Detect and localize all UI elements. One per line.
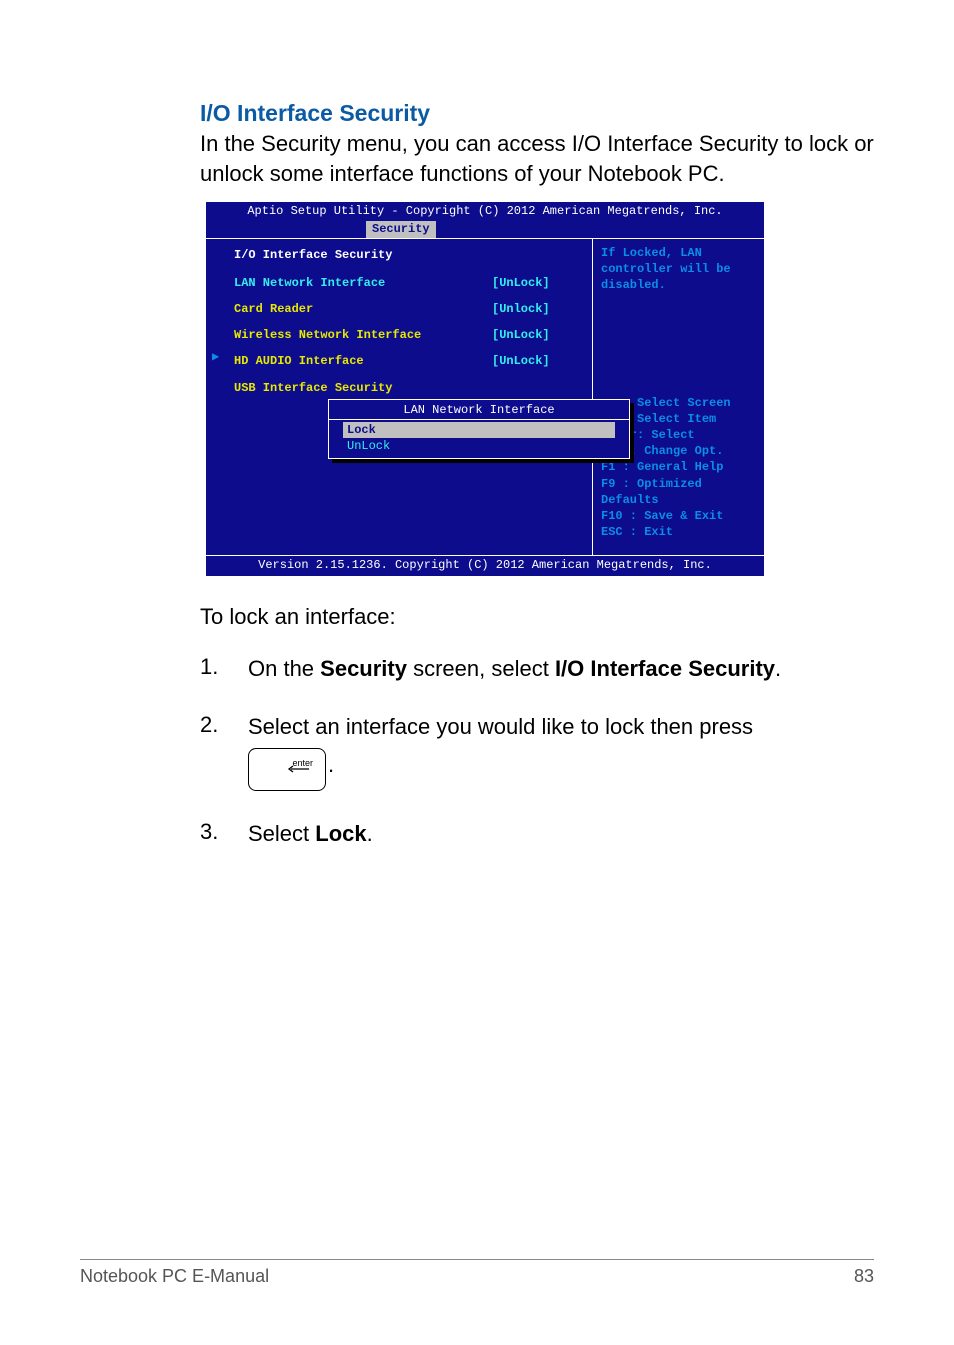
bios-item-value [492,380,582,396]
bios-item-hdaudio[interactable]: HD AUDIO Interface [UnLock] [234,353,582,369]
bios-item-label: USB Interface Security [234,380,492,396]
step-number: 3. [200,819,248,845]
triangle-right-icon: ▶ [212,349,219,365]
bios-footer: Version 2.15.1236. Copyright (C) 2012 Am… [206,556,764,576]
step-text: Select [248,821,315,846]
footer-title: Notebook PC E-Manual [80,1266,269,1287]
bios-item-value: [UnLock] [492,353,582,369]
bios-item-label: Wireless Network Interface [234,327,492,343]
bios-item-card-reader[interactable]: Card Reader [Unlock] [234,301,582,317]
step-number: 1. [200,654,248,680]
bios-popup-option-unlock[interactable]: UnLock [329,438,629,454]
bios-item-label: LAN Network Interface [234,275,492,291]
bios-item-label: Card Reader [234,301,492,317]
bios-left-pane: I/O Interface Security LAN Network Inter… [206,239,593,555]
bios-key-row: ESC : Exit [601,524,756,540]
bios-item-value: [UnLock] [492,327,582,343]
bios-tab-row: Security [206,221,764,238]
bios-section-title: I/O Interface Security [234,247,582,263]
bios-right-pane: If Locked, LAN controller will be disabl… [593,239,764,555]
step-text: . [328,752,334,777]
step-text: On the [248,656,320,681]
bios-popup-option-lock[interactable]: Lock [343,422,615,438]
bios-item-wireless[interactable]: Wireless Network Interface [UnLock] [234,327,582,343]
page-footer: Notebook PC E-Manual 83 [80,1259,874,1287]
step-2: 2. Select an interface you would like to… [200,712,874,791]
bios-screenshot: Aptio Setup Utility - Copyright (C) 2012… [206,202,764,575]
step-text: . [775,656,781,681]
steps-list: 1. On the Security screen, select I/O In… [200,654,874,849]
section-heading: I/O Interface Security [200,100,874,127]
step-text: . [367,821,373,846]
lock-intro: To lock an interface: [200,604,874,630]
intro-text: In the Security menu, you can access I/O… [200,129,874,188]
bios-item-label: HD AUDIO Interface [234,353,492,369]
step-bold: Security [320,656,407,681]
bios-help-text: If Locked, LAN controller will be disabl… [601,245,756,395]
step-bold: I/O Interface Security [555,656,775,681]
step-1: 1. On the Security screen, select I/O In… [200,654,874,684]
bios-item-usb[interactable]: USB Interface Security [234,380,582,396]
svg-text:enter: enter [292,758,313,768]
bios-popup-title: LAN Network Interface [329,400,629,420]
bios-item-value: [Unlock] [492,301,582,317]
bios-key-row: F10 : Save & Exit [601,508,756,524]
bios-item-value: [UnLock] [492,275,582,291]
bios-key-row: F9 : Optimized Defaults [601,476,756,508]
bios-popup: LAN Network Interface Lock UnLock [328,399,630,460]
bios-key-row: F1 : General Help [601,459,756,475]
tab-security[interactable]: Security [366,221,436,238]
step-number: 2. [200,712,248,738]
step-text: screen, select [407,656,555,681]
step-bold: Lock [315,821,366,846]
step-text: Select an interface you would like to lo… [248,714,753,739]
bios-item-lan[interactable]: LAN Network Interface [UnLock] [234,275,582,291]
enter-key-icon: enter [248,748,326,790]
page-number: 83 [854,1266,874,1287]
step-3: 3. Select Lock. [200,819,874,849]
bios-header: Aptio Setup Utility - Copyright (C) 2012… [206,202,764,220]
